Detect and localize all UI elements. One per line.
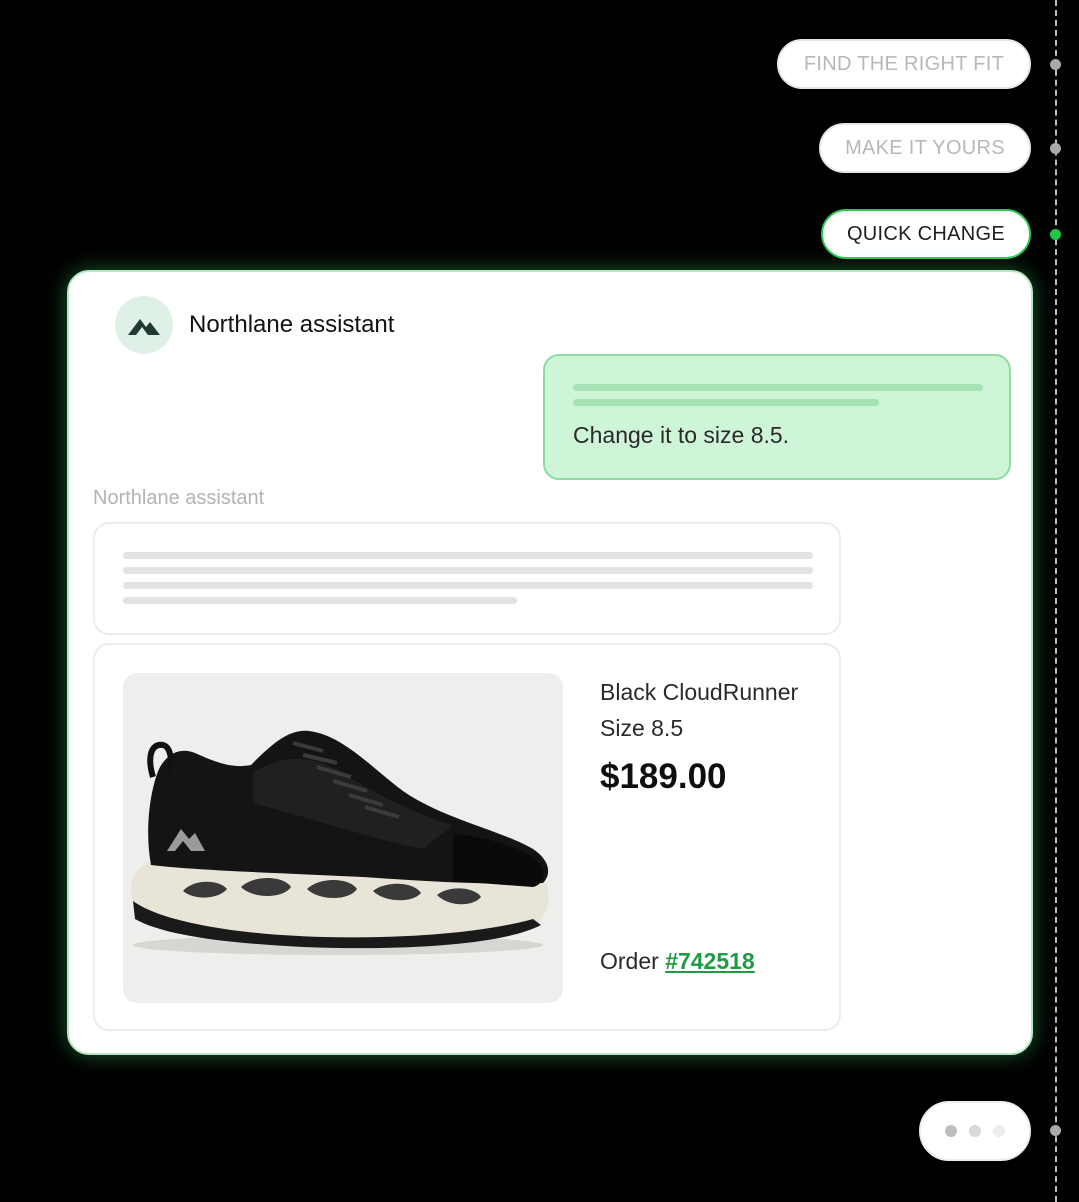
- timeline-dot-step-2: [1050, 143, 1061, 154]
- order-prefix: Order: [600, 948, 659, 974]
- timeline-dot-step-4: [1050, 1125, 1061, 1136]
- skeleton-line: [123, 552, 813, 559]
- assistant-reply-text: [93, 522, 841, 635]
- chat-card: Northlane assistant Change it to size 8.…: [67, 270, 1033, 1055]
- product-price: $189.00: [600, 757, 727, 796]
- product-name: Black CloudRunner: [600, 679, 799, 705]
- skeleton-line: [123, 597, 517, 604]
- skeleton-line: [573, 399, 879, 406]
- skeleton-line: [123, 567, 813, 574]
- step-pill-find-fit[interactable]: FIND THE RIGHT FIT: [777, 39, 1031, 89]
- skeleton-line: [573, 384, 983, 391]
- step-pill-quick-change[interactable]: QUICK CHANGE: [821, 209, 1031, 259]
- order-number-link[interactable]: #742518: [665, 948, 755, 974]
- product-size: Size 8.5: [600, 715, 684, 741]
- assistant-header: Northlane assistant: [115, 296, 394, 354]
- step-label: MAKE IT YOURS: [845, 136, 1005, 159]
- reply-sender-label: Northlane assistant: [93, 487, 265, 509]
- timeline-line: [1055, 0, 1057, 1202]
- mountain-logo-icon: [115, 296, 173, 354]
- order-info: Order #742518: [600, 948, 755, 975]
- typing-dot: [993, 1125, 1005, 1137]
- typing-indicator: [919, 1101, 1031, 1161]
- user-message-text: Change it to size 8.5.: [573, 422, 790, 448]
- assistant-name: Northlane assistant: [189, 311, 395, 338]
- step-label: QUICK CHANGE: [846, 222, 1006, 245]
- user-message-bubble: Change it to size 8.5.: [543, 354, 1011, 480]
- product-card[interactable]: Black CloudRunner Size 8.5 $189.00 Order…: [93, 643, 841, 1031]
- timeline-dot-step-3: [1050, 229, 1061, 240]
- timeline-dot-step-1: [1050, 59, 1061, 70]
- skeleton-line: [123, 582, 813, 589]
- typing-dot: [945, 1125, 957, 1137]
- typing-dot: [969, 1125, 981, 1137]
- step-label: FIND THE RIGHT FIT: [803, 52, 1005, 75]
- step-pill-make-yours[interactable]: MAKE IT YOURS: [819, 123, 1031, 173]
- sneaker-image: [123, 673, 563, 1003]
